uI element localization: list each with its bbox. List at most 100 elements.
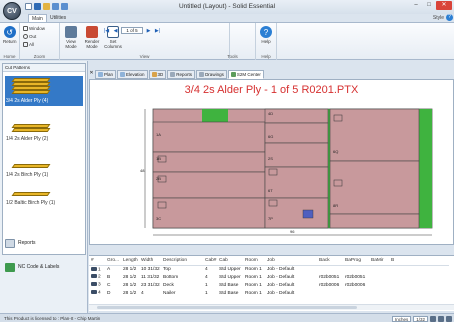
pattern-item[interactable]: 1/2 Baltic Birch Ply (1): [5, 178, 83, 208]
units-dropdown[interactable]: Inches: [391, 315, 412, 322]
group-help: ? Help Help: [255, 23, 277, 60]
scale-dropdown[interactable]: 1/32: [413, 315, 428, 322]
document-icon: [5, 238, 15, 248]
table-row[interactable]: 1 A 28 1/2 10 31/32 Top 4 Std Upper Room…: [89, 265, 449, 273]
horizontal-scrollbar[interactable]: [89, 304, 454, 310]
zoom-all-button[interactable]: All: [23, 42, 34, 47]
window-title: Untitled (Layout) - Solid Essential: [178, 3, 276, 10]
group-view: View Mode Render Mode Set Columns |◀ ◀ 1…: [60, 23, 230, 60]
tab-3d[interactable]: 3D: [148, 70, 167, 79]
drawings-icon: [199, 72, 205, 77]
group-home: ↺ Return Home: [0, 23, 20, 60]
tab-plan[interactable]: Plan: [95, 70, 117, 79]
help-button[interactable]: ? Help: [260, 26, 272, 44]
part-label: 8R: [333, 203, 338, 208]
small-part: [302, 209, 314, 219]
return-button[interactable]: ↺ Return: [3, 26, 17, 44]
column-header[interactable]: Job: [265, 256, 317, 266]
return-icon: ↺: [3, 26, 16, 38]
app-logo[interactable]: CV: [3, 2, 21, 20]
tab-reports[interactable]: Reports: [167, 70, 196, 79]
nc-code-button[interactable]: NC Code & Labels: [2, 261, 86, 273]
zoom-all-icon: [23, 42, 28, 47]
close-button[interactable]: ✕: [436, 1, 452, 10]
zoom-out-icon: [23, 34, 28, 39]
column-header[interactable]: #: [89, 256, 105, 266]
part-2b: [152, 171, 266, 199]
maximize-button[interactable]: □: [423, 1, 435, 10]
view-tabs: ✕ Plan Elevation 3D Reports Drawings S2M…: [89, 70, 264, 79]
part-label: 2S: [268, 156, 273, 161]
table-row[interactable]: 3 C 28 1/2 23 31/32 Deck 1 Std Base Room…: [89, 281, 449, 289]
column-header[interactable]: Cab: [217, 256, 243, 266]
column-header[interactable]: Back: [317, 256, 343, 266]
sheet-stack-icon: [7, 114, 53, 136]
view-mode-icon: [65, 26, 77, 38]
cut-pattern-canvas[interactable]: 3/4 2s Alder Ply - 1 of 5 R0201.PTX 1A 1…: [89, 79, 454, 245]
column-header[interactable]: BaProg: [343, 256, 369, 266]
group-zoom: Window Out All Zoom: [20, 23, 60, 60]
last-page-icon[interactable]: ▶|: [154, 28, 161, 34]
panel-title: Cut Patterns: [3, 64, 85, 72]
part-6g: [264, 122, 329, 144]
first-page-icon[interactable]: |◀: [103, 28, 110, 34]
status-bar: This Product is licensed to : Plan-It - …: [0, 313, 454, 322]
tab-utilities[interactable]: Utilities: [47, 14, 69, 22]
zoom-window-button[interactable]: Window: [23, 26, 45, 31]
parts-table: # Gro... Length Width Description Cab# C…: [89, 255, 454, 311]
column-header[interactable]: Cab#: [203, 256, 217, 266]
part-label: 1B: [156, 156, 161, 161]
page-field[interactable]: 1 of 5: [121, 27, 143, 34]
reports-button[interactable]: [2, 227, 86, 239]
table-row[interactable]: 4 D 28 1/2 4 Nailer 1 Std Base Room 1 Jo…: [89, 289, 449, 297]
part-label: 7P: [268, 216, 273, 221]
next-page-icon[interactable]: ▶: [145, 28, 152, 34]
group-tools: Tools: [227, 54, 238, 59]
cut-patterns-panel: Cut Patterns 3/4 2s Alder Ply (4) 1/4 2s…: [0, 61, 88, 314]
help-icon[interactable]: ?: [446, 14, 453, 21]
grid-icon[interactable]: [438, 315, 444, 322]
close-view-icon[interactable]: ✕: [89, 70, 94, 76]
part-6t: [264, 166, 329, 199]
part-3c: [152, 197, 266, 229]
pager: |◀ ◀ 1 of 5 ▶ ▶|: [103, 27, 161, 34]
tab-drawings[interactable]: Drawings: [196, 70, 227, 79]
column-header[interactable]: Description: [161, 256, 203, 266]
tab-main[interactable]: Main: [28, 14, 47, 22]
layout-icon[interactable]: [446, 315, 452, 322]
column-header[interactable]: Width: [139, 256, 161, 266]
height-dimension: 48: [140, 168, 145, 173]
3d-icon: [151, 72, 157, 77]
part-label: 1A: [156, 132, 161, 137]
tab-s2m-center[interactable]: S2M Center: [227, 70, 264, 79]
tab-elevation[interactable]: Elevation: [117, 70, 148, 79]
style-dropdown[interactable]: Style: [433, 14, 444, 22]
column-header[interactable]: B: [389, 256, 449, 266]
zoom-out-button[interactable]: Out: [23, 34, 36, 39]
minimize-button[interactable]: –: [410, 1, 422, 10]
pattern-item[interactable]: 3/4 2s Alder Ply (4): [5, 76, 83, 106]
column-header[interactable]: Room: [243, 256, 265, 266]
pattern-item[interactable]: 1/4 2s Birch Ply (1): [5, 150, 83, 180]
width-dimension: 96: [290, 229, 295, 234]
column-header[interactable]: Gro...: [105, 256, 121, 266]
snap-icon[interactable]: [430, 315, 436, 322]
render-mode-icon: [86, 26, 98, 38]
pattern-item[interactable]: 1/4 2s Alder Ply (2): [5, 114, 83, 144]
part-2s: [329, 160, 420, 215]
render-mode-button[interactable]: Render Mode: [82, 26, 102, 49]
scrollbar-thumb[interactable]: [97, 306, 357, 309]
column-header[interactable]: Length: [121, 256, 139, 266]
view-mode-button[interactable]: View Mode: [62, 26, 80, 49]
scrap-strip: [419, 109, 432, 228]
part-label: 6Q: [333, 149, 338, 154]
prev-page-icon[interactable]: ◀: [112, 28, 119, 34]
column-header[interactable]: BaMir: [369, 256, 389, 266]
part-4d: [264, 108, 329, 124]
part-7p: [264, 197, 329, 229]
table-row[interactable]: 2 B 28 1/2 11 31/32 Bottom 4 Std Upper R…: [89, 273, 449, 281]
part-icon: [91, 274, 97, 279]
table-header: # Gro... Length Width Description Cab# C…: [89, 256, 449, 266]
part-6q: [264, 142, 329, 168]
part-9: [329, 213, 420, 229]
